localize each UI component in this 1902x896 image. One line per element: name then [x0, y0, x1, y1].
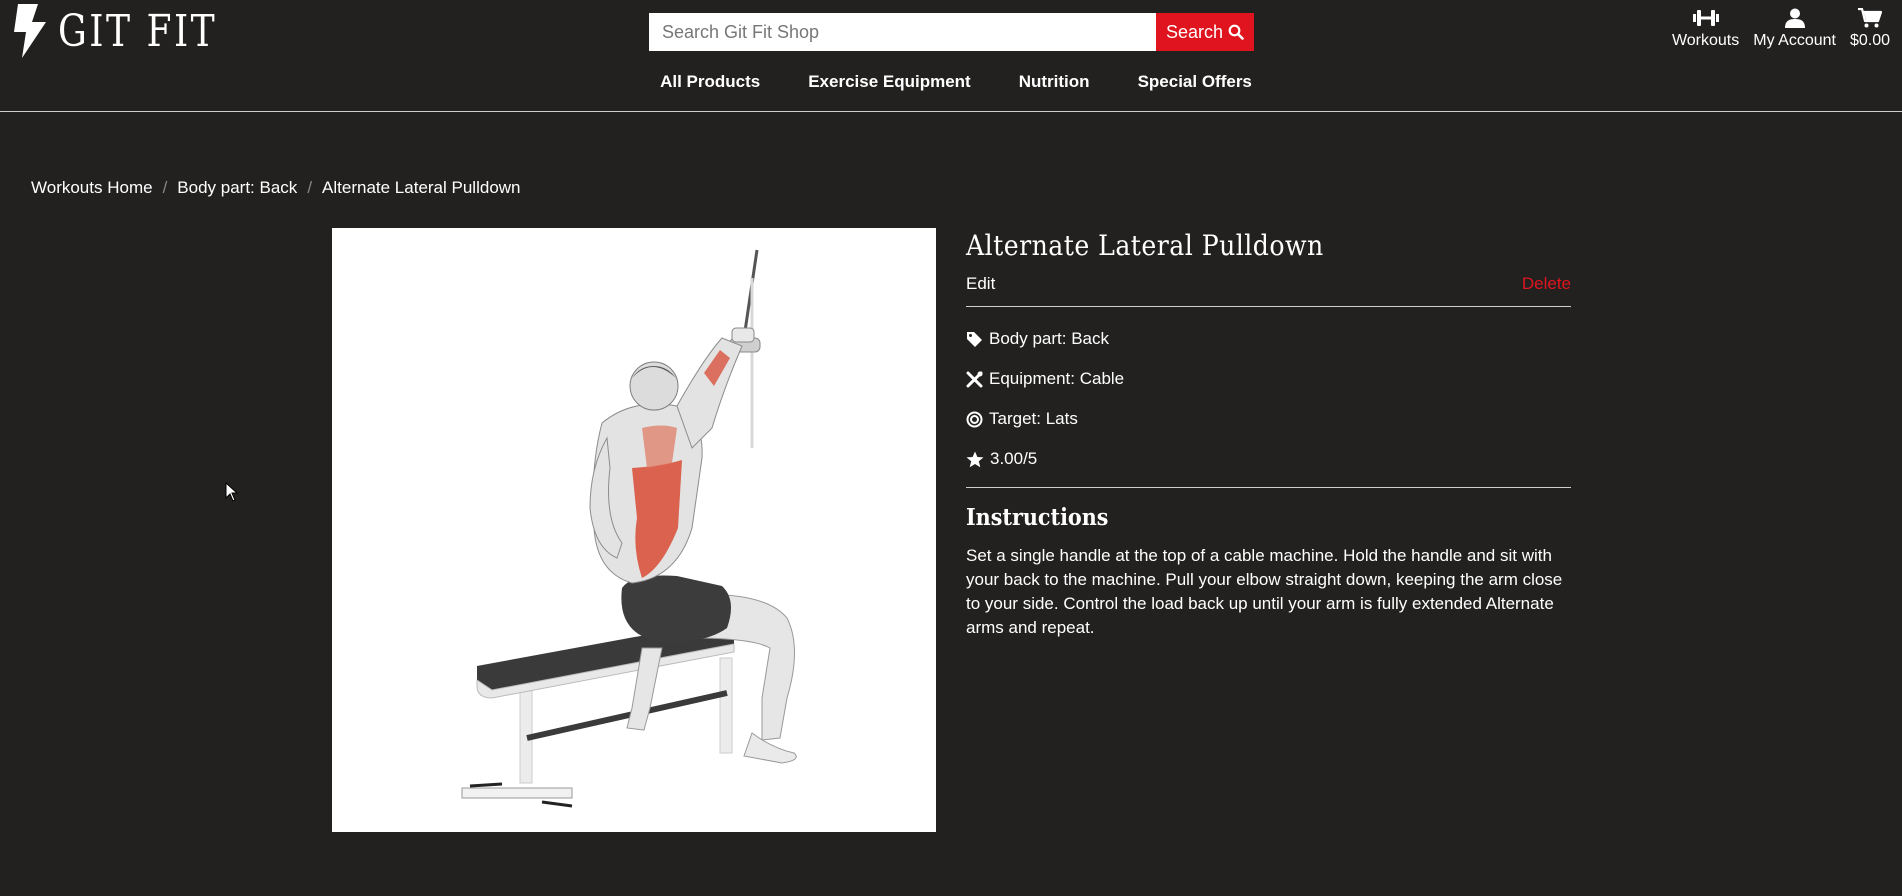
- target-text: Target: Lats: [989, 409, 1078, 428]
- exercise-meta: Body part: Back Equipment: Cable Target:…: [966, 307, 1571, 471]
- cart-link[interactable]: $0.00: [1850, 8, 1890, 50]
- breadcrumb-separator: /: [307, 178, 313, 197]
- exercise-details: Alternate Lateral Pulldown Edit Delete B…: [966, 228, 1571, 640]
- brand-logo[interactable]: GIT FIT: [12, 4, 252, 58]
- dumbbell-icon: [1692, 10, 1719, 26]
- instructions-text: Set a single handle at the top of a cabl…: [966, 546, 1563, 637]
- breadcrumb-workouts-home[interactable]: Workouts Home: [31, 178, 153, 198]
- body-part-row: Body part: Back: [966, 327, 1571, 351]
- exercise-illustration: [461, 249, 797, 808]
- search-bar: Search: [649, 13, 1254, 51]
- exercise-actions: Edit Delete: [966, 274, 1571, 298]
- workouts-label: Workouts: [1671, 32, 1740, 49]
- nav-all-products[interactable]: All Products: [660, 72, 760, 92]
- breadcrumb-current: Alternate Lateral Pulldown: [322, 178, 521, 197]
- exercise-image: [332, 228, 936, 832]
- equipment-text: Equipment: Cable: [989, 369, 1125, 388]
- account-nav: Workouts My Account $0.00: [1672, 8, 1890, 50]
- mouse-cursor-icon: [225, 482, 239, 502]
- rating-row: 3.00/5: [966, 447, 1571, 471]
- main-nav: All Products Exercise Equipment Nutritio…: [0, 72, 1902, 92]
- exercise-title: Alternate Lateral Pulldown: [966, 229, 1324, 262]
- workouts-link[interactable]: Workouts: [1672, 8, 1739, 50]
- nav-exercise-equipment[interactable]: Exercise Equipment: [808, 72, 971, 92]
- breadcrumb-body-part[interactable]: Body part: Back: [177, 178, 297, 198]
- site-header: GIT FIT Search Workouts: [0, 0, 1902, 112]
- my-account-label: My Account: [1753, 32, 1836, 49]
- star-icon: [966, 451, 984, 467]
- body-part-text: Body part: Back: [989, 329, 1110, 348]
- target-row: Target: Lats: [966, 407, 1571, 431]
- target-icon: [966, 411, 983, 427]
- user-icon: [1784, 8, 1805, 28]
- equipment-row: Equipment: Cable: [966, 367, 1571, 391]
- divider: [966, 487, 1571, 488]
- cart-icon: [1857, 8, 1882, 28]
- tools-icon: [966, 371, 983, 387]
- brand-name: GIT FIT: [58, 5, 218, 57]
- search-input[interactable]: [649, 13, 1156, 51]
- search-icon: [1228, 24, 1244, 40]
- cart-total: $0.00: [1849, 32, 1890, 49]
- delete-link[interactable]: Delete: [1522, 274, 1571, 298]
- tag-icon: [967, 331, 982, 347]
- instructions-heading: Instructions: [966, 504, 1109, 531]
- my-account-link[interactable]: My Account: [1753, 8, 1836, 50]
- search-button[interactable]: Search: [1156, 13, 1254, 51]
- lightning-bolt-icon: [14, 4, 46, 58]
- edit-link[interactable]: Edit: [966, 274, 995, 298]
- search-button-label: Search: [1165, 21, 1224, 42]
- nav-nutrition[interactable]: Nutrition: [1019, 72, 1090, 92]
- rating-text: 3.00/5: [990, 449, 1038, 468]
- breadcrumb: Workouts Home / Body part: Back / Altern…: [31, 178, 521, 198]
- nav-special-offers[interactable]: Special Offers: [1138, 72, 1252, 92]
- breadcrumb-separator: /: [162, 178, 168, 197]
